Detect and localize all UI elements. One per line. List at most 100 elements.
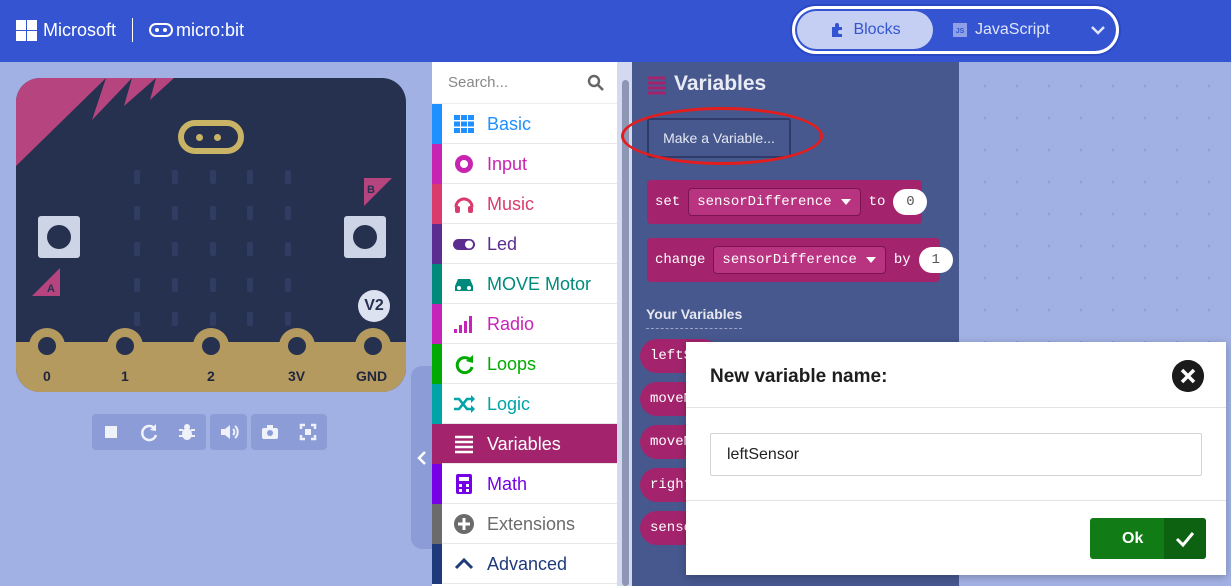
toolbox-category-basic[interactable]: Basic bbox=[432, 104, 617, 144]
led bbox=[172, 312, 178, 326]
led bbox=[247, 206, 253, 220]
category-color-bar bbox=[432, 184, 442, 224]
led bbox=[210, 242, 216, 256]
calculator-icon bbox=[456, 474, 472, 494]
search-box[interactable]: Search... bbox=[432, 62, 617, 104]
ok-button[interactable]: Ok bbox=[1090, 518, 1206, 559]
toggle-icon bbox=[453, 239, 475, 250]
led bbox=[134, 170, 140, 184]
category-color-bar bbox=[432, 384, 442, 424]
toolbox-category-move-motor[interactable]: MOVE Motor bbox=[432, 264, 617, 304]
toolbox-category-extensions[interactable]: Extensions bbox=[432, 504, 617, 544]
search-icon[interactable] bbox=[587, 74, 605, 92]
checkmark-icon bbox=[1164, 518, 1206, 559]
dialog-header: New variable name: bbox=[686, 342, 1226, 408]
category-color-bar bbox=[432, 544, 442, 584]
sim-controls-group-1 bbox=[92, 414, 206, 450]
pin-label: GND bbox=[356, 368, 388, 384]
set-variable-block[interactable]: set sensorDifference to 0 bbox=[647, 180, 928, 224]
toolbox-category-loops[interactable]: Loops bbox=[432, 344, 617, 384]
your-variables-label: Your Variables bbox=[646, 306, 743, 329]
microsoft-label: Microsoft bbox=[43, 19, 117, 40]
radio-button-icon bbox=[455, 155, 473, 173]
led bbox=[134, 278, 140, 292]
toolbox-category-music[interactable]: Music bbox=[432, 184, 617, 224]
category-label: Music bbox=[487, 194, 535, 214]
category-color-bar bbox=[432, 424, 442, 464]
stop-icon[interactable] bbox=[99, 420, 123, 444]
category-label: Loops bbox=[487, 354, 537, 374]
led bbox=[247, 312, 253, 326]
sim-controls-group-3 bbox=[251, 414, 327, 450]
toolbox-category-input[interactable]: Input bbox=[432, 144, 617, 184]
toolbox: Search... Basic Input Music Led MOVE Motor Ra… bbox=[432, 62, 617, 586]
led bbox=[210, 170, 216, 184]
toolbox-category-led[interactable]: Led bbox=[432, 224, 617, 264]
product-label: micro:bit bbox=[176, 19, 245, 40]
tab-javascript[interactable]: JS JavaScript bbox=[953, 11, 1063, 49]
block-keyword: change bbox=[655, 252, 706, 268]
puzzle-icon bbox=[832, 23, 843, 37]
toolbox-category-math[interactable]: Math bbox=[432, 464, 617, 504]
variables-list-icon bbox=[648, 76, 666, 95]
category-label: Basic bbox=[487, 114, 532, 134]
button-a[interactable] bbox=[38, 216, 80, 258]
editor-mode-switch: Blocks JS JavaScript bbox=[790, 4, 1121, 56]
variable-dropdown[interactable]: sensorDifference bbox=[688, 188, 861, 216]
dropdown-value: sensorDifference bbox=[697, 194, 832, 210]
caret-down-icon bbox=[840, 199, 851, 205]
list-icon bbox=[455, 435, 473, 454]
toolbox-category-radio[interactable]: Radio bbox=[432, 304, 617, 344]
highlight-annotation bbox=[621, 107, 823, 165]
led bbox=[172, 242, 178, 256]
tab-blocks-label: Blocks bbox=[853, 21, 901, 38]
svg-text:B: B bbox=[367, 184, 375, 196]
restart-icon[interactable] bbox=[137, 420, 161, 444]
microbit-simulator[interactable]: A B V2 0 1 2 3V GND bbox=[16, 78, 406, 392]
collapse-simulator-button[interactable] bbox=[411, 366, 433, 549]
ok-label: Ok bbox=[1122, 530, 1144, 547]
dialog-title: New variable name: bbox=[710, 366, 888, 387]
category-label: Input bbox=[487, 154, 528, 174]
refresh-icon bbox=[455, 355, 474, 375]
pin-label: 3V bbox=[288, 368, 306, 384]
category-label: Logic bbox=[487, 394, 531, 414]
value-input[interactable]: 1 bbox=[918, 247, 953, 273]
svg-text:A: A bbox=[47, 283, 55, 295]
block-keyword: set bbox=[655, 194, 681, 210]
sound-icon[interactable] bbox=[217, 420, 241, 444]
scrollbar-thumb[interactable] bbox=[622, 80, 629, 586]
microsoft-logo-icon bbox=[16, 19, 37, 41]
js-file-icon: JS bbox=[953, 23, 967, 37]
change-variable-block[interactable]: change sensorDifference by 1 bbox=[647, 238, 953, 282]
pin-label: 1 bbox=[121, 368, 129, 384]
toolbox-category-advanced[interactable]: Advanced bbox=[432, 544, 617, 584]
led bbox=[247, 242, 253, 256]
pin-label: 2 bbox=[207, 368, 215, 384]
search-input[interactable]: Search... bbox=[448, 74, 508, 91]
toolbox-category-variables[interactable]: Variables bbox=[432, 424, 617, 464]
led bbox=[247, 278, 253, 292]
tab-blocks[interactable]: Blocks bbox=[797, 11, 933, 49]
led bbox=[172, 278, 178, 292]
toolbox-category-logic[interactable]: Logic bbox=[432, 384, 617, 424]
chevron-down-icon[interactable] bbox=[1087, 19, 1109, 41]
screenshot-icon[interactable] bbox=[258, 420, 282, 444]
car-icon bbox=[455, 279, 473, 291]
category-color-bar bbox=[432, 504, 442, 544]
chevron-up-icon bbox=[454, 557, 474, 570]
dropdown-value: sensorDifference bbox=[722, 252, 857, 268]
fullscreen-icon[interactable] bbox=[296, 420, 320, 444]
microbit-logo-icon bbox=[149, 23, 174, 37]
category-label: Led bbox=[487, 234, 518, 254]
button-b[interactable] bbox=[344, 216, 386, 258]
category-label: Variables bbox=[487, 434, 561, 454]
variable-name-input[interactable] bbox=[710, 433, 1202, 476]
debug-icon[interactable] bbox=[175, 420, 199, 444]
value-input[interactable]: 0 bbox=[893, 189, 928, 215]
category-color-bar bbox=[432, 304, 442, 344]
category-color-bar bbox=[432, 464, 442, 504]
close-icon[interactable] bbox=[1172, 360, 1204, 392]
category-color-bar bbox=[432, 144, 442, 184]
variable-dropdown[interactable]: sensorDifference bbox=[713, 246, 886, 274]
